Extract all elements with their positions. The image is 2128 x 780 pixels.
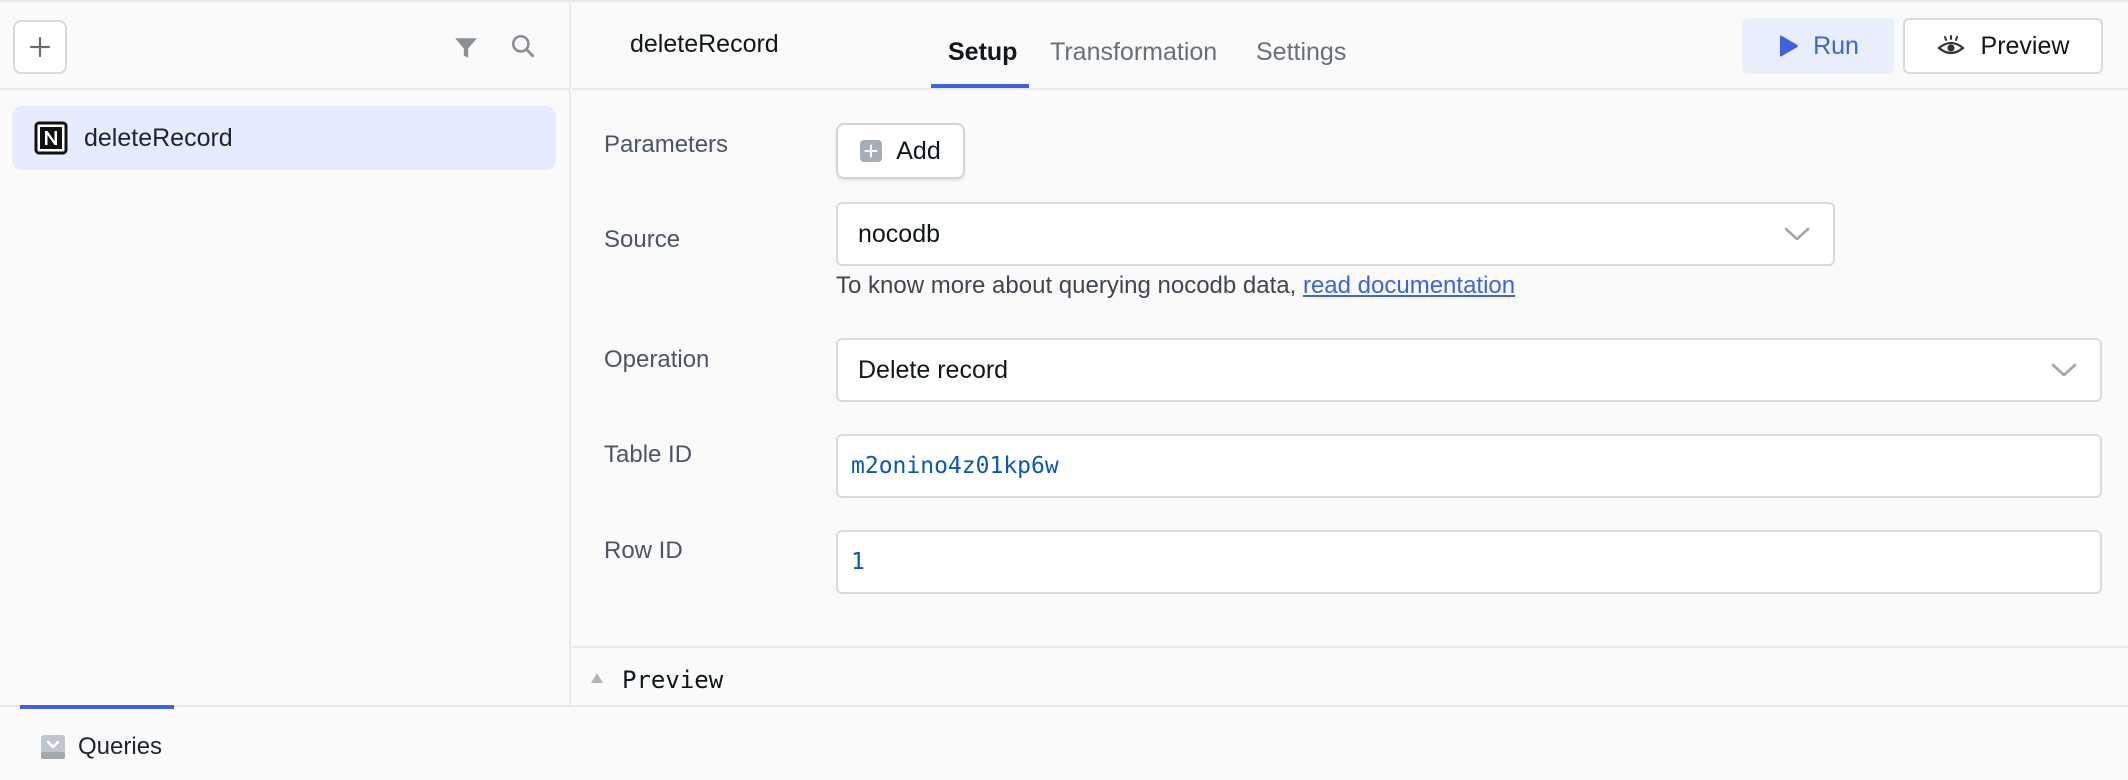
tab-setup[interactable]: Setup: [948, 38, 1017, 67]
chevron-down-icon: [2051, 363, 2077, 377]
search-button[interactable]: [505, 28, 541, 64]
queries-tab[interactable]: Queries: [40, 733, 162, 761]
preview-button-label: Preview: [1980, 31, 2070, 60]
active-tab-indicator: [931, 84, 1029, 88]
run-button-label: Run: [1813, 31, 1859, 60]
tab-transformation[interactable]: Transformation: [1050, 38, 1217, 67]
filter-icon: [455, 38, 477, 58]
query-list-header: [0, 2, 569, 90]
eye-icon: [1936, 35, 1965, 55]
source-hint: To know more about querying nocodb data,…: [836, 272, 1515, 300]
queries-panel-icon: [41, 735, 65, 759]
tab-settings[interactable]: Settings: [1256, 38, 1346, 67]
add-parameter-label: Add: [896, 136, 941, 165]
chevron-down-icon: [1784, 227, 1810, 241]
table-id-label: Table ID: [604, 441, 693, 468]
query-editor-header: deleteRecord Setup Transformation Settin…: [572, 2, 2128, 90]
queries-tab-indicator: [20, 705, 174, 709]
query-item-label: deleteRecord: [84, 123, 233, 152]
query-list-item[interactable]: deleteRecord: [12, 106, 556, 170]
query-name[interactable]: deleteRecord: [630, 30, 779, 59]
plus-square-icon: [860, 140, 883, 162]
row-id-input[interactable]: 1: [836, 530, 2102, 594]
add-query-button[interactable]: [13, 20, 67, 74]
add-parameter-button[interactable]: Add: [836, 123, 965, 179]
source-select-value: nocodb: [858, 219, 941, 248]
play-icon: [1780, 35, 1798, 57]
plus-icon: [29, 36, 51, 58]
preview-panel-label: Preview: [622, 666, 724, 694]
parameters-label: Parameters: [604, 131, 729, 158]
operation-select-value: Delete record: [858, 355, 1009, 384]
caret-up-icon: [591, 673, 603, 683]
filter-button[interactable]: [448, 30, 484, 66]
search-icon: [511, 34, 535, 58]
preview-button[interactable]: Preview: [1903, 18, 2103, 74]
table-id-input[interactable]: m2onino4z01kp6w: [836, 434, 2102, 498]
query-list-panel: deleteRecord: [0, 2, 571, 706]
read-documentation-link[interactable]: read documentation: [1303, 272, 1515, 299]
bottom-panel-bar: Queries: [0, 705, 2128, 780]
source-label: Source: [604, 226, 681, 253]
preview-panel-toggle[interactable]: Preview: [572, 646, 2128, 706]
row-id-label: Row ID: [604, 537, 683, 564]
notion-logo-icon: [34, 121, 68, 155]
run-button[interactable]: Run: [1742, 18, 1894, 74]
queries-tab-label: Queries: [78, 733, 163, 760]
source-select[interactable]: nocodb: [836, 202, 1835, 266]
source-hint-text: To know more about querying nocodb data,: [836, 272, 1303, 299]
operation-select[interactable]: Delete record: [836, 338, 2102, 402]
operation-label: Operation: [604, 346, 710, 373]
